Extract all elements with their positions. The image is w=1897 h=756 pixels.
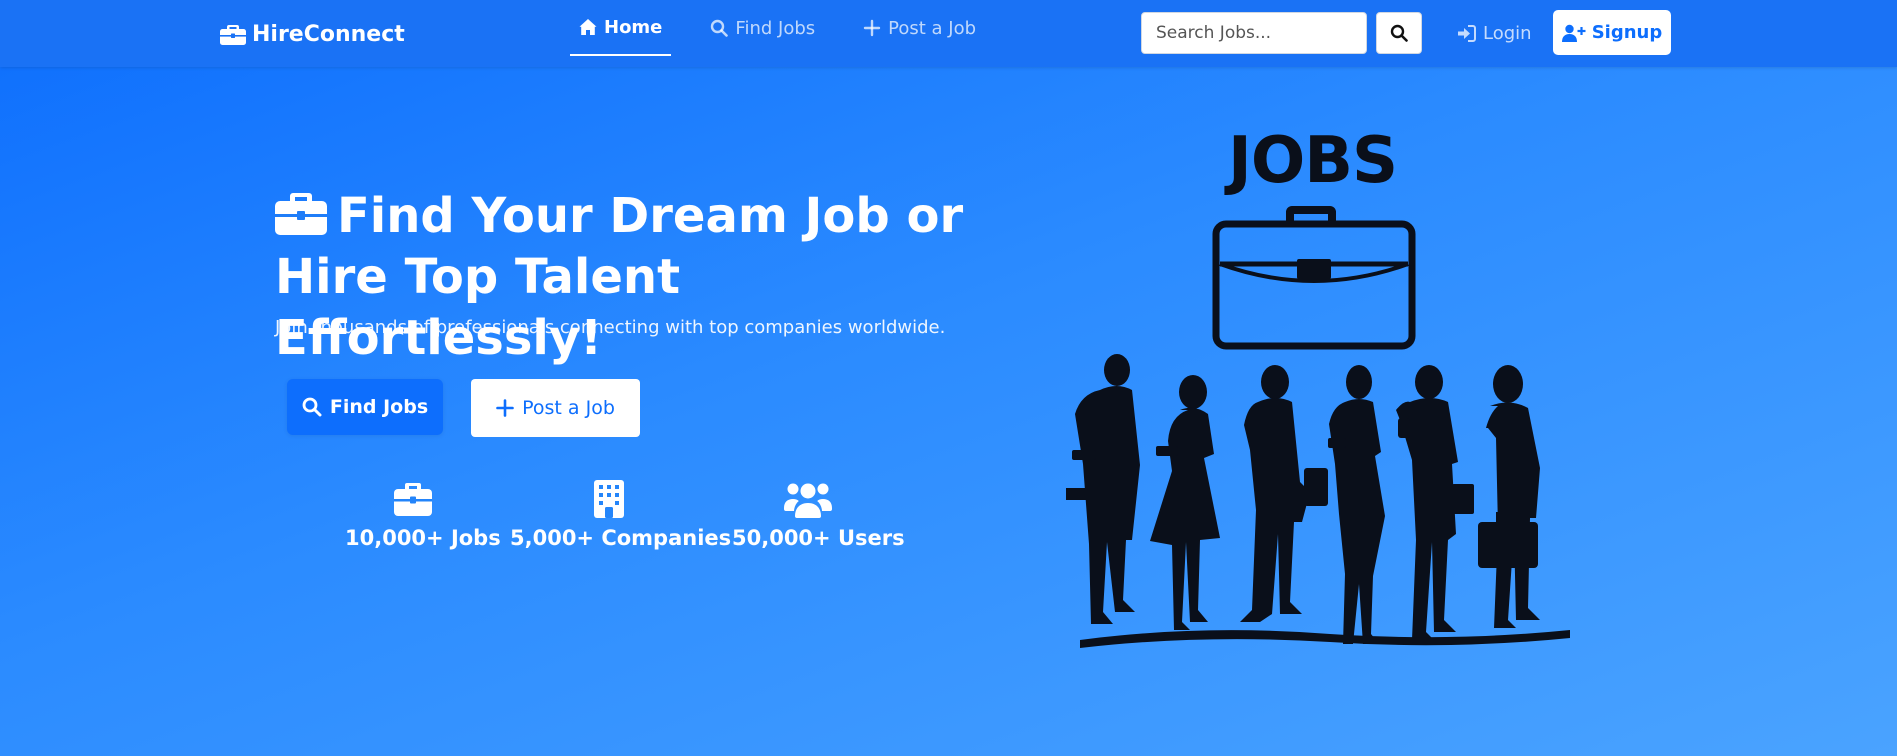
post-job-button[interactable]: Post a Job — [471, 379, 640, 437]
briefcase-icon — [275, 193, 327, 235]
nav-link-home[interactable]: Home — [570, 0, 672, 56]
nav-link-find-jobs-label: Find Jobs — [735, 17, 816, 39]
stat-users-label: 50,000+ Users — [732, 526, 905, 550]
stat-companies: 5,000+ Companies — [510, 480, 732, 550]
signup-button[interactable]: Signup — [1553, 10, 1671, 55]
plus-icon — [863, 19, 881, 37]
nav-link-find-jobs[interactable]: Find Jobs — [701, 0, 824, 56]
find-jobs-label: Find Jobs — [329, 396, 429, 418]
hero-title: Find Your Dream Job or Hire Top Talent E… — [275, 186, 975, 369]
stat-jobs-label: 10,000+ Jobs — [345, 526, 501, 550]
search-icon — [711, 19, 729, 37]
briefcase-icon — [394, 483, 432, 516]
users-icon — [784, 483, 832, 518]
signup-label: Signup — [1591, 22, 1663, 43]
nav-link-post-job-label: Post a Job — [888, 17, 977, 39]
navbar: HireConnect Home Find Jobs Post a Job Se… — [0, 0, 1897, 67]
person-silhouette — [1240, 365, 1328, 622]
search-input[interactable] — [1141, 12, 1367, 54]
person-silhouette — [1066, 354, 1140, 624]
brand-name: HireConnect — [252, 21, 405, 47]
find-jobs-button[interactable]: Find Jobs — [287, 379, 443, 435]
hero-title-text: Find Your Dream Job or Hire Top Talent E… — [275, 188, 964, 366]
nav-links: Home Find Jobs Post a Job — [570, 0, 1015, 67]
job-seekers-illustration — [1066, 206, 1570, 648]
search-icon — [302, 397, 322, 417]
person-silhouette — [1328, 365, 1385, 644]
stat-companies-label: 5,000+ Companies — [510, 526, 732, 550]
building-icon — [594, 480, 624, 518]
user-plus-icon — [1561, 24, 1586, 42]
large-briefcase-icon — [1212, 206, 1416, 350]
brand-logo[interactable]: HireConnect — [220, 18, 405, 50]
login-label: Login — [1483, 22, 1532, 44]
hero-subtitle: Join thousands of professionals connecti… — [275, 317, 946, 338]
login-link[interactable]: Login — [1457, 12, 1532, 54]
stat-jobs: 10,000+ Jobs — [345, 480, 501, 550]
home-icon — [579, 19, 597, 35]
person-silhouette — [1478, 365, 1540, 628]
plus-icon — [496, 399, 514, 417]
nav-link-home-label: Home — [604, 16, 663, 38]
nav-link-post-job[interactable]: Post a Job — [854, 0, 985, 56]
briefcase-icon — [220, 25, 246, 45]
search-button[interactable] — [1376, 12, 1422, 54]
sign-in-icon — [1458, 24, 1476, 42]
person-silhouette — [1396, 365, 1474, 640]
search-icon — [1390, 24, 1408, 42]
post-job-label: Post a Job — [522, 397, 615, 419]
stat-users: 50,000+ Users — [732, 480, 905, 550]
person-silhouette — [1150, 375, 1220, 630]
